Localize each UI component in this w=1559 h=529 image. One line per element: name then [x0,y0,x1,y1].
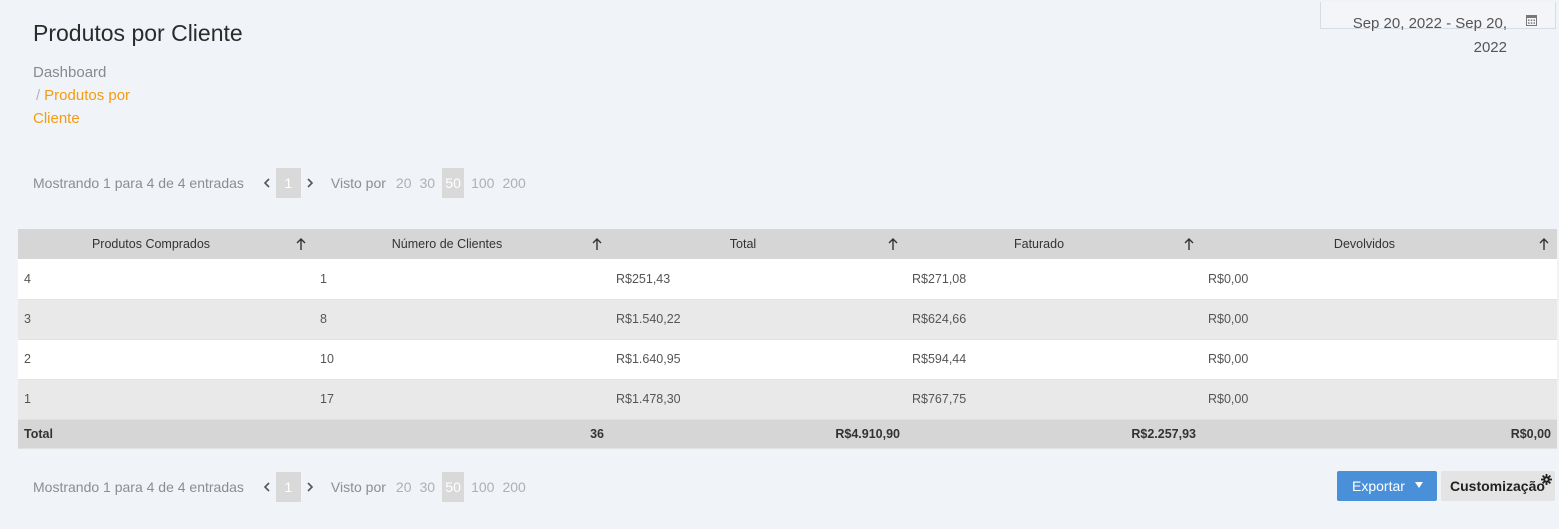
export-button[interactable]: Exportar [1337,471,1437,501]
prev-page-button[interactable] [260,176,274,190]
table-cell: R$251,43 [610,259,906,300]
table-cell: R$594,44 [906,339,1202,380]
total-clientes: 36 [314,419,610,449]
breadcrumb-current-line1: Produtos por [44,87,131,104]
date-range-line1: Sep 20, 2022 - Sep 20, [1352,15,1507,32]
per-page-option-30[interactable]: 30 [416,472,440,502]
table-cell: 8 [314,299,610,340]
column-label: Produtos Comprados [91,237,211,251]
column-label: Total [729,237,757,251]
table-cell: 10 [314,339,610,380]
export-label: Exportar [1352,478,1405,494]
table-cell: R$0,00 [1202,259,1557,300]
next-page-button[interactable] [303,176,317,190]
products-per-customer-table: Produtos Comprados Número de Clientes To… [18,229,1557,449]
per-page-option-20[interactable]: 20 [392,168,416,198]
chevron-left-icon [263,482,270,492]
table-row: 4 1 R$251,43 R$271,08 R$0,00 [18,259,1557,300]
pagination-top: Mostrando 1 para 4 de 4 entradas 1 Visto… [33,168,530,198]
table-cell: R$0,00 [1202,339,1557,380]
total-devolvidos: R$0,00 [1202,419,1557,449]
date-range-text: Sep 20, 2022 - Sep 20, 2022 [1337,12,1507,60]
per-page-option-100[interactable]: 100 [467,168,498,198]
caret-down-icon [1415,482,1423,488]
table-cell: 1 [314,259,610,300]
table-cell: 1 [18,379,314,420]
table-total-row: Total 36 R$4.910,90 R$2.257,93 R$0,00 [18,419,1557,449]
date-range-line2: 2022 [1473,39,1507,56]
table-cell: 17 [314,379,610,420]
table-header-row: Produtos Comprados Número de Clientes To… [18,229,1557,259]
table-cell: R$767,75 [906,379,1202,420]
per-page-option-50[interactable]: 50 [442,168,465,198]
page-number-button[interactable]: 1 [275,168,301,198]
table-row: 1 17 R$1.478,30 R$767,75 R$0,00 [18,379,1557,420]
customize-button[interactable]: Customização [1441,471,1555,501]
table-cell: R$1.540,22 [610,299,906,340]
chevron-right-icon [307,178,314,188]
per-page-option-200[interactable]: 200 [498,472,529,502]
total-faturado: R$2.257,93 [906,419,1202,449]
calendar-icon [1526,15,1537,26]
column-label: Faturado [1013,237,1065,251]
breadcrumb-dashboard-link[interactable]: Dashboard [33,61,153,84]
breadcrumb-current: Produtos por Cliente [33,87,130,127]
per-page-option-30[interactable]: 30 [416,168,440,198]
total-label: Total [18,419,314,449]
sort-arrow-up-icon[interactable] [1539,237,1549,251]
breadcrumb-current-line2: Cliente [33,110,80,127]
gear-icon [1541,474,1552,485]
per-page-label: Visto por [330,479,386,495]
table-row: 2 10 R$1.640,95 R$594,44 R$0,00 [18,339,1557,380]
column-header-devolvidos[interactable]: Devolvidos [1202,229,1557,259]
date-range-picker[interactable]: Sep 20, 2022 - Sep 20, 2022 [1320,2,1556,56]
table-cell: 3 [18,299,314,340]
table-cell: R$271,08 [906,259,1202,300]
chevron-left-icon [263,178,270,188]
chevron-right-icon [307,482,314,492]
per-page-option-100[interactable]: 100 [467,472,498,502]
breadcrumb: Dashboard / Produtos por Cliente [33,61,153,130]
column-label: Devolvidos [1333,237,1396,251]
table-cell: R$0,00 [1202,379,1557,420]
per-page-option-20[interactable]: 20 [392,472,416,502]
sort-arrow-up-icon[interactable] [1184,237,1194,251]
table-cell: R$0,00 [1202,299,1557,340]
table-cell: 4 [18,259,314,300]
table-cell: R$1.478,30 [610,379,906,420]
breadcrumb-separator: / [36,87,41,104]
sort-arrow-up-icon[interactable] [888,237,898,251]
page-number-button[interactable]: 1 [275,472,301,502]
table-cell: R$624,66 [906,299,1202,340]
pagination-bottom: Mostrando 1 para 4 de 4 entradas 1 Visto… [33,472,530,502]
table-cell: R$1.640,95 [610,339,906,380]
page-title: Produtos por Cliente [33,20,243,46]
customize-label: Customização [1450,478,1545,494]
per-page-option-50[interactable]: 50 [442,472,465,502]
per-page-option-200[interactable]: 200 [498,168,529,198]
table-cell: 2 [18,339,314,380]
table-row: 3 8 R$1.540,22 R$624,66 R$0,00 [18,299,1557,340]
sort-arrow-up-icon[interactable] [592,237,602,251]
next-page-button[interactable] [303,480,317,494]
column-header-total[interactable]: Total [610,229,906,259]
prev-page-button[interactable] [260,480,274,494]
total-total: R$4.910,90 [610,419,906,449]
per-page-label: Visto por [330,175,386,191]
pagination-info: Mostrando 1 para 4 de 4 entradas [33,175,244,191]
column-header-faturado[interactable]: Faturado [906,229,1202,259]
column-header-produtos-comprados[interactable]: Produtos Comprados [18,229,314,259]
column-label: Número de Clientes [391,237,503,251]
pagination-info: Mostrando 1 para 4 de 4 entradas [33,479,244,495]
column-header-numero-de-clientes[interactable]: Número de Clientes [314,229,610,259]
sort-arrow-up-icon[interactable] [296,237,306,251]
